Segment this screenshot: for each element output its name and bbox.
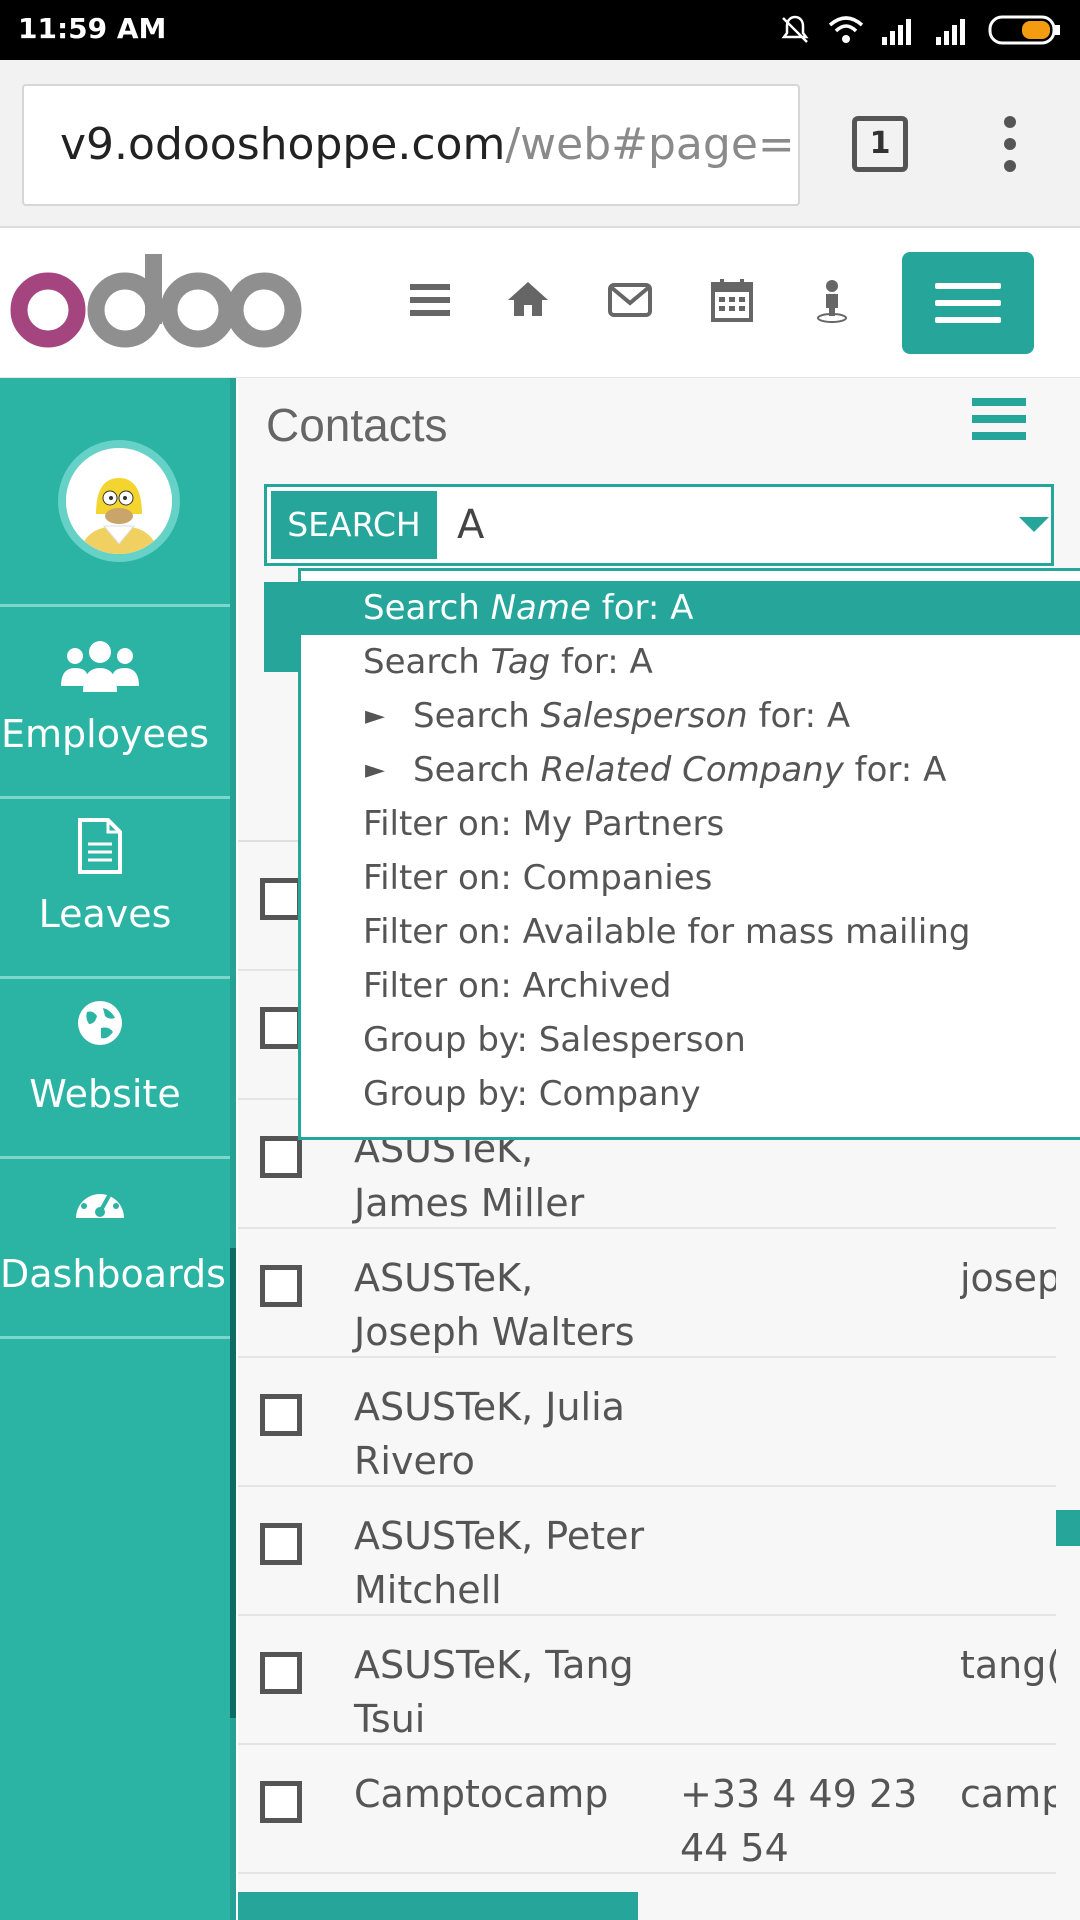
- app-header: [0, 230, 1080, 378]
- contact-name: ASUSTeK, Julia Rivero: [354, 1385, 625, 1483]
- avatar[interactable]: [58, 440, 180, 562]
- home-icon[interactable]: [504, 276, 552, 324]
- globe-icon: [78, 1001, 122, 1045]
- status-time: 11:59 AM: [18, 12, 167, 45]
- sidebar-item-label: Dashboards: [0, 1252, 226, 1296]
- autocomplete-option[interactable]: Search Name for: A: [301, 581, 1080, 635]
- sidebar-item-leaves[interactable]: Leaves: [0, 796, 230, 972]
- menu-icon[interactable]: [406, 276, 454, 324]
- sidebar: Employees Leaves Website Dashboards: [0, 378, 236, 1920]
- option-field-name: Tag: [490, 642, 551, 682]
- option-query: for: A: [550, 642, 653, 682]
- option-text: Filter on: Available for mass mailing: [363, 912, 971, 952]
- search-autocomplete-dropdown: Search Name for: A Search Tag for: A ► Sear…: [298, 568, 1080, 1140]
- autocomplete-option[interactable]: Filter on: My Partners: [301, 797, 1080, 851]
- autocomplete-option[interactable]: Filter on: Available for mass mailing: [301, 905, 1080, 959]
- option-text: Group by: Salesperson: [363, 1020, 746, 1060]
- option-text: Search: [363, 588, 491, 628]
- autocomplete-option[interactable]: Search Tag for: A: [301, 635, 1080, 689]
- browser-toolbar: v9.odooshoppe.com/web#page=( 1: [0, 60, 1080, 228]
- option-text: Search: [363, 642, 491, 682]
- option-query: for: A: [747, 696, 851, 736]
- table-row[interactable]: ASUSTeK, Peter Mitchell: [238, 1487, 1056, 1616]
- option-text: Filter on: My Partners: [363, 804, 725, 844]
- horizontal-scrollbar[interactable]: [238, 1892, 638, 1920]
- search-options-toggle-icon[interactable]: [1019, 517, 1049, 532]
- row-checkbox[interactable]: [260, 1007, 302, 1049]
- url-path: /web#page=(: [505, 119, 800, 170]
- vertical-scrollbar[interactable]: [1056, 1510, 1080, 1546]
- contact-name: Camptocamp: [354, 1772, 609, 1816]
- row-checkbox[interactable]: [260, 878, 302, 920]
- option-text: Search: [413, 750, 541, 790]
- row-checkbox[interactable]: [260, 1136, 302, 1178]
- option-query: for: A: [843, 750, 947, 790]
- autocomplete-option[interactable]: Group by: Salesperson: [301, 1013, 1080, 1067]
- contact-name: ASUSTeK, Peter Mitchell: [354, 1514, 645, 1612]
- option-field-name: Salesperson: [540, 696, 748, 736]
- status-bar: 11:59 AM: [0, 0, 1080, 60]
- contact-email: josep: [960, 1256, 1056, 1300]
- users-icon: [61, 641, 139, 692]
- autocomplete-option[interactable]: ► Search Related Company for: A: [301, 743, 1080, 797]
- signal-icon: [882, 19, 911, 45]
- user-icon[interactable]: [808, 276, 856, 324]
- app-drawer-button[interactable]: [902, 252, 1034, 354]
- option-text: Group by: Company: [363, 1074, 701, 1114]
- tab-switcher-button[interactable]: 1: [852, 116, 908, 172]
- option-field-name: Name: [490, 588, 591, 628]
- battery-icon: [988, 15, 1060, 45]
- row-checkbox[interactable]: [260, 1523, 302, 1565]
- contact-name: ASUSTeK, Tang Tsui: [354, 1643, 634, 1741]
- sidebar-item-website[interactable]: Website: [0, 976, 230, 1152]
- autocomplete-option[interactable]: ► Search Salesperson for: A: [301, 689, 1080, 743]
- option-text: Search: [413, 696, 541, 736]
- table-row[interactable]: ASUSTeK, Joseph Walters josep: [238, 1229, 1056, 1358]
- sidebar-item-label: Website: [29, 1072, 181, 1116]
- expand-arrow-icon[interactable]: ►: [365, 689, 385, 743]
- document-icon: [78, 818, 122, 874]
- contact-name: ASUSTeK, Joseph Walters: [354, 1256, 635, 1354]
- odoo-logo[interactable]: [8, 246, 304, 356]
- wifi-icon: [828, 16, 864, 43]
- dashboard-icon: [76, 1184, 124, 1218]
- sidebar-scrollbar[interactable]: [230, 378, 236, 1920]
- page-title: Contacts: [266, 399, 448, 451]
- sidebar-item-label: Employees: [1, 712, 209, 756]
- option-text: Filter on: Companies: [363, 858, 713, 898]
- contact-phone: +33 4 49 23 44 54: [680, 1772, 918, 1870]
- row-checkbox[interactable]: [260, 1652, 302, 1694]
- row-checkbox[interactable]: [260, 1781, 302, 1823]
- search-label: SEARCH: [271, 491, 437, 559]
- calendar-icon[interactable]: [708, 276, 756, 324]
- sidebar-item-label: Leaves: [38, 892, 172, 936]
- option-query: for: A: [590, 588, 694, 628]
- contact-email: tang(: [960, 1643, 1056, 1687]
- browser-menu-icon[interactable]: [990, 116, 1030, 180]
- row-checkbox[interactable]: [260, 1265, 302, 1307]
- view-menu-icon[interactable]: [972, 398, 1026, 444]
- search-bar: SEARCH: [264, 484, 1054, 566]
- search-input[interactable]: [457, 491, 977, 559]
- signal-icon-2: [936, 19, 965, 45]
- notifications-muted-icon: [781, 15, 809, 43]
- autocomplete-option[interactable]: Filter on: Companies: [301, 851, 1080, 905]
- sidebar-item-employees[interactable]: Employees: [0, 616, 230, 792]
- sidebar-item-dashboards[interactable]: Dashboards: [0, 1156, 230, 1332]
- table-row[interactable]: Camptocamp +33 4 49 23 44 54 camp: [238, 1745, 1056, 1874]
- mail-icon[interactable]: [606, 276, 654, 324]
- url-bar[interactable]: v9.odooshoppe.com/web#page=(: [22, 84, 800, 206]
- autocomplete-option[interactable]: Group by: Company: [301, 1067, 1080, 1121]
- url-host: v9.odooshoppe.com: [60, 119, 506, 170]
- expand-arrow-icon[interactable]: ►: [365, 743, 385, 797]
- table-row[interactable]: ASUSTeK, Julia Rivero: [238, 1358, 1056, 1487]
- option-field-name: Related Company: [540, 750, 844, 790]
- option-text: Filter on: Archived: [363, 966, 672, 1006]
- autocomplete-option[interactable]: Filter on: Archived: [301, 959, 1080, 1013]
- table-row[interactable]: ASUSTeK, Tang Tsui tang(: [238, 1616, 1056, 1745]
- row-checkbox[interactable]: [260, 1394, 302, 1436]
- contact-email: camp: [960, 1772, 1056, 1816]
